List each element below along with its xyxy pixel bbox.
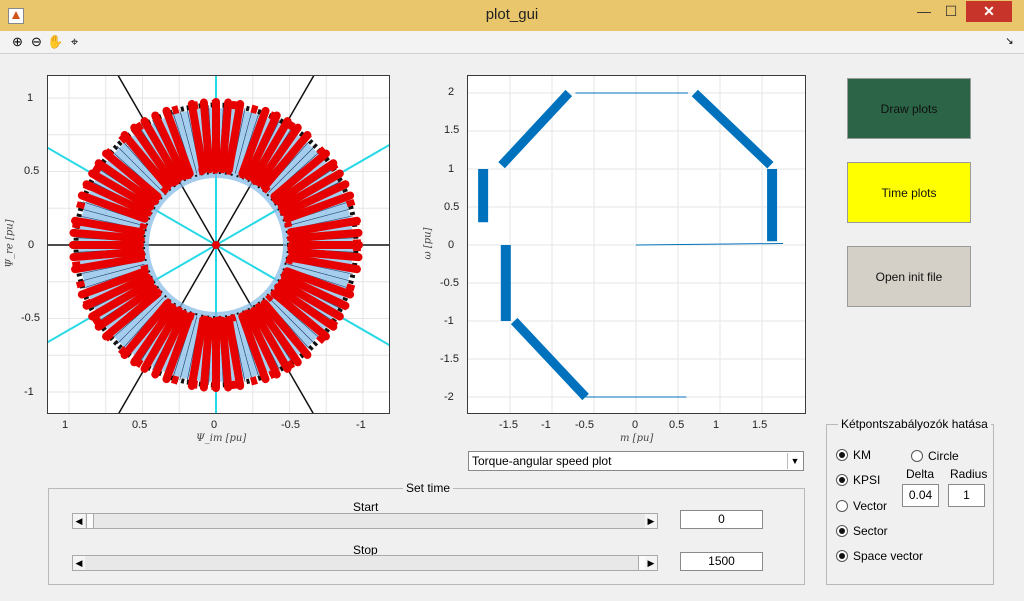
reference-flux-marker xyxy=(287,228,363,243)
radio-circle[interactable]: Circle xyxy=(911,449,959,463)
start-slider[interactable]: ◀ ▶ xyxy=(72,513,658,529)
plot1-ylabel: Ψ_re [pu] xyxy=(4,219,16,268)
radio-kpsi-circle[interactable] xyxy=(836,474,848,486)
radio-circle-label: Circle xyxy=(928,449,959,463)
radio-sector-label: Sector xyxy=(853,524,888,538)
reference-flux-marker xyxy=(199,98,214,174)
plot2-ytick: -2 xyxy=(444,391,454,403)
start-label: Start xyxy=(353,500,379,514)
time-plots-button[interactable]: Time plots xyxy=(847,162,971,223)
delta-field[interactable]: 0.04 xyxy=(902,484,939,507)
reference-flux-marker xyxy=(69,247,145,262)
minimize-button[interactable]: — xyxy=(911,1,937,22)
radio-space-vector-label: Space vector xyxy=(853,549,924,563)
radio-space-vector[interactable]: Space vector xyxy=(836,549,923,563)
radio-space-vector-circle[interactable] xyxy=(836,550,848,562)
radius-field[interactable]: 1 xyxy=(948,484,985,507)
radius-label: Radius xyxy=(950,467,988,481)
flux-plot-axes[interactable] xyxy=(0,0,616,601)
delta-label: Delta xyxy=(906,467,935,481)
radio-kpsi[interactable]: KPSI xyxy=(836,473,880,487)
plot2-ytick: 1 xyxy=(448,163,455,175)
radio-vector[interactable]: Vector xyxy=(836,499,887,513)
plot1-xlabel: Ψ_im [pu] xyxy=(196,433,247,444)
plot1-xtick: 1 xyxy=(62,419,69,431)
plot1-xtick: -1 xyxy=(356,419,366,431)
close-button[interactable]: ✕ xyxy=(966,1,1012,22)
stop-slider[interactable]: ◀ ▶ xyxy=(72,555,658,571)
plot2-ytick: -1 xyxy=(444,315,454,327)
plot2-ytick: 0 xyxy=(448,239,455,251)
plot1-xtick: 0 xyxy=(211,419,218,431)
flux-plot-svg xyxy=(0,0,616,601)
plot1-ytick: 0 xyxy=(28,239,35,251)
zoom-in-icon[interactable]: ⊕ xyxy=(9,33,26,50)
start-slider-thumb[interactable] xyxy=(86,514,94,528)
radio-circle-circle[interactable] xyxy=(911,450,923,462)
radio-km-circle[interactable] xyxy=(836,449,848,461)
plot1-ytick: -1 xyxy=(24,386,34,398)
plot2-ytick: 2 xyxy=(448,86,455,98)
plot2-xlabel: m [pu] xyxy=(620,433,654,444)
set-time-title: Set time xyxy=(403,481,454,495)
plot1-ytick: 1 xyxy=(27,92,34,104)
plot2-xtick: 1.5 xyxy=(752,419,768,431)
radio-sector[interactable]: Sector xyxy=(836,524,888,538)
draw-plots-button[interactable]: Draw plots xyxy=(847,78,971,139)
chevron-down-icon[interactable]: ▼ xyxy=(787,453,802,469)
plot1-xtick: 0.5 xyxy=(132,419,148,431)
torque-speed-plot-axes[interactable] xyxy=(467,75,806,414)
plot2-ytick: 0.5 xyxy=(444,201,460,213)
zoom-out-icon[interactable]: ⊖ xyxy=(28,33,45,50)
plot2-ytick: -0.5 xyxy=(440,277,459,289)
maximize-button[interactable]: ☐ xyxy=(938,1,964,22)
open-init-file-button[interactable]: Open init file xyxy=(847,246,971,307)
figure-toolbar: ⊕ ⊖ ✋ ⌖ ↘ xyxy=(0,31,1024,54)
plot-type-select[interactable]: Torque-angular speed plot ▼ xyxy=(468,451,804,471)
trajectory-upper-left xyxy=(498,89,573,169)
trajectory-upper-right xyxy=(691,89,774,169)
plot2-xtick: -1 xyxy=(541,419,551,431)
plot2-xtick: -0.5 xyxy=(575,419,594,431)
slider-right-arrow-icon[interactable]: ▶ xyxy=(645,514,657,528)
radio-vector-label: Vector xyxy=(853,499,888,513)
plot2-ytick: 1.5 xyxy=(444,124,460,136)
origin-point xyxy=(212,241,220,249)
radio-sector-circle[interactable] xyxy=(836,525,848,537)
plot2-ytick: -1.5 xyxy=(440,353,459,365)
plot2-xtick: -1.5 xyxy=(499,419,518,431)
plot1-xtick: -0.5 xyxy=(281,419,300,431)
toolbar-dock-icon[interactable]: ↘ xyxy=(1001,33,1018,50)
radio-km[interactable]: KM xyxy=(836,448,871,462)
start-value-field[interactable]: 0 xyxy=(680,510,763,529)
plot2-xtick: 1 xyxy=(713,419,720,431)
slider-right-arrow-icon[interactable]: ▶ xyxy=(645,556,657,570)
slider-left-arrow-icon[interactable]: ◀ xyxy=(73,514,85,528)
settings-title: Kétpontszabályozók hatása xyxy=(838,417,991,431)
torque-speed-plot-svg xyxy=(468,76,805,413)
pan-hand-icon[interactable]: ✋ xyxy=(47,33,64,50)
radio-vector-circle[interactable] xyxy=(836,500,848,512)
plot2-ylabel: ω [pu] xyxy=(422,227,434,260)
plot1-ytick: -0.5 xyxy=(21,312,40,324)
plot2-xtick: 0 xyxy=(632,419,639,431)
radio-kpsi-label: KPSI xyxy=(853,473,881,487)
slider-left-arrow-icon[interactable]: ◀ xyxy=(73,556,85,570)
reference-flux-marker xyxy=(218,316,233,392)
stop-value-field[interactable]: 1500 xyxy=(680,552,763,571)
plot-type-value: Torque-angular speed plot xyxy=(472,454,612,468)
window-title: plot_gui xyxy=(485,6,539,23)
radio-km-label: KM xyxy=(853,448,871,462)
title-bar: plot_gui — ☐ ✕ xyxy=(0,0,1024,32)
plot1-ytick: 0.5 xyxy=(24,165,40,177)
data-cursor-icon[interactable]: ⌖ xyxy=(66,33,83,50)
plot2-xtick: 0.5 xyxy=(669,419,685,431)
